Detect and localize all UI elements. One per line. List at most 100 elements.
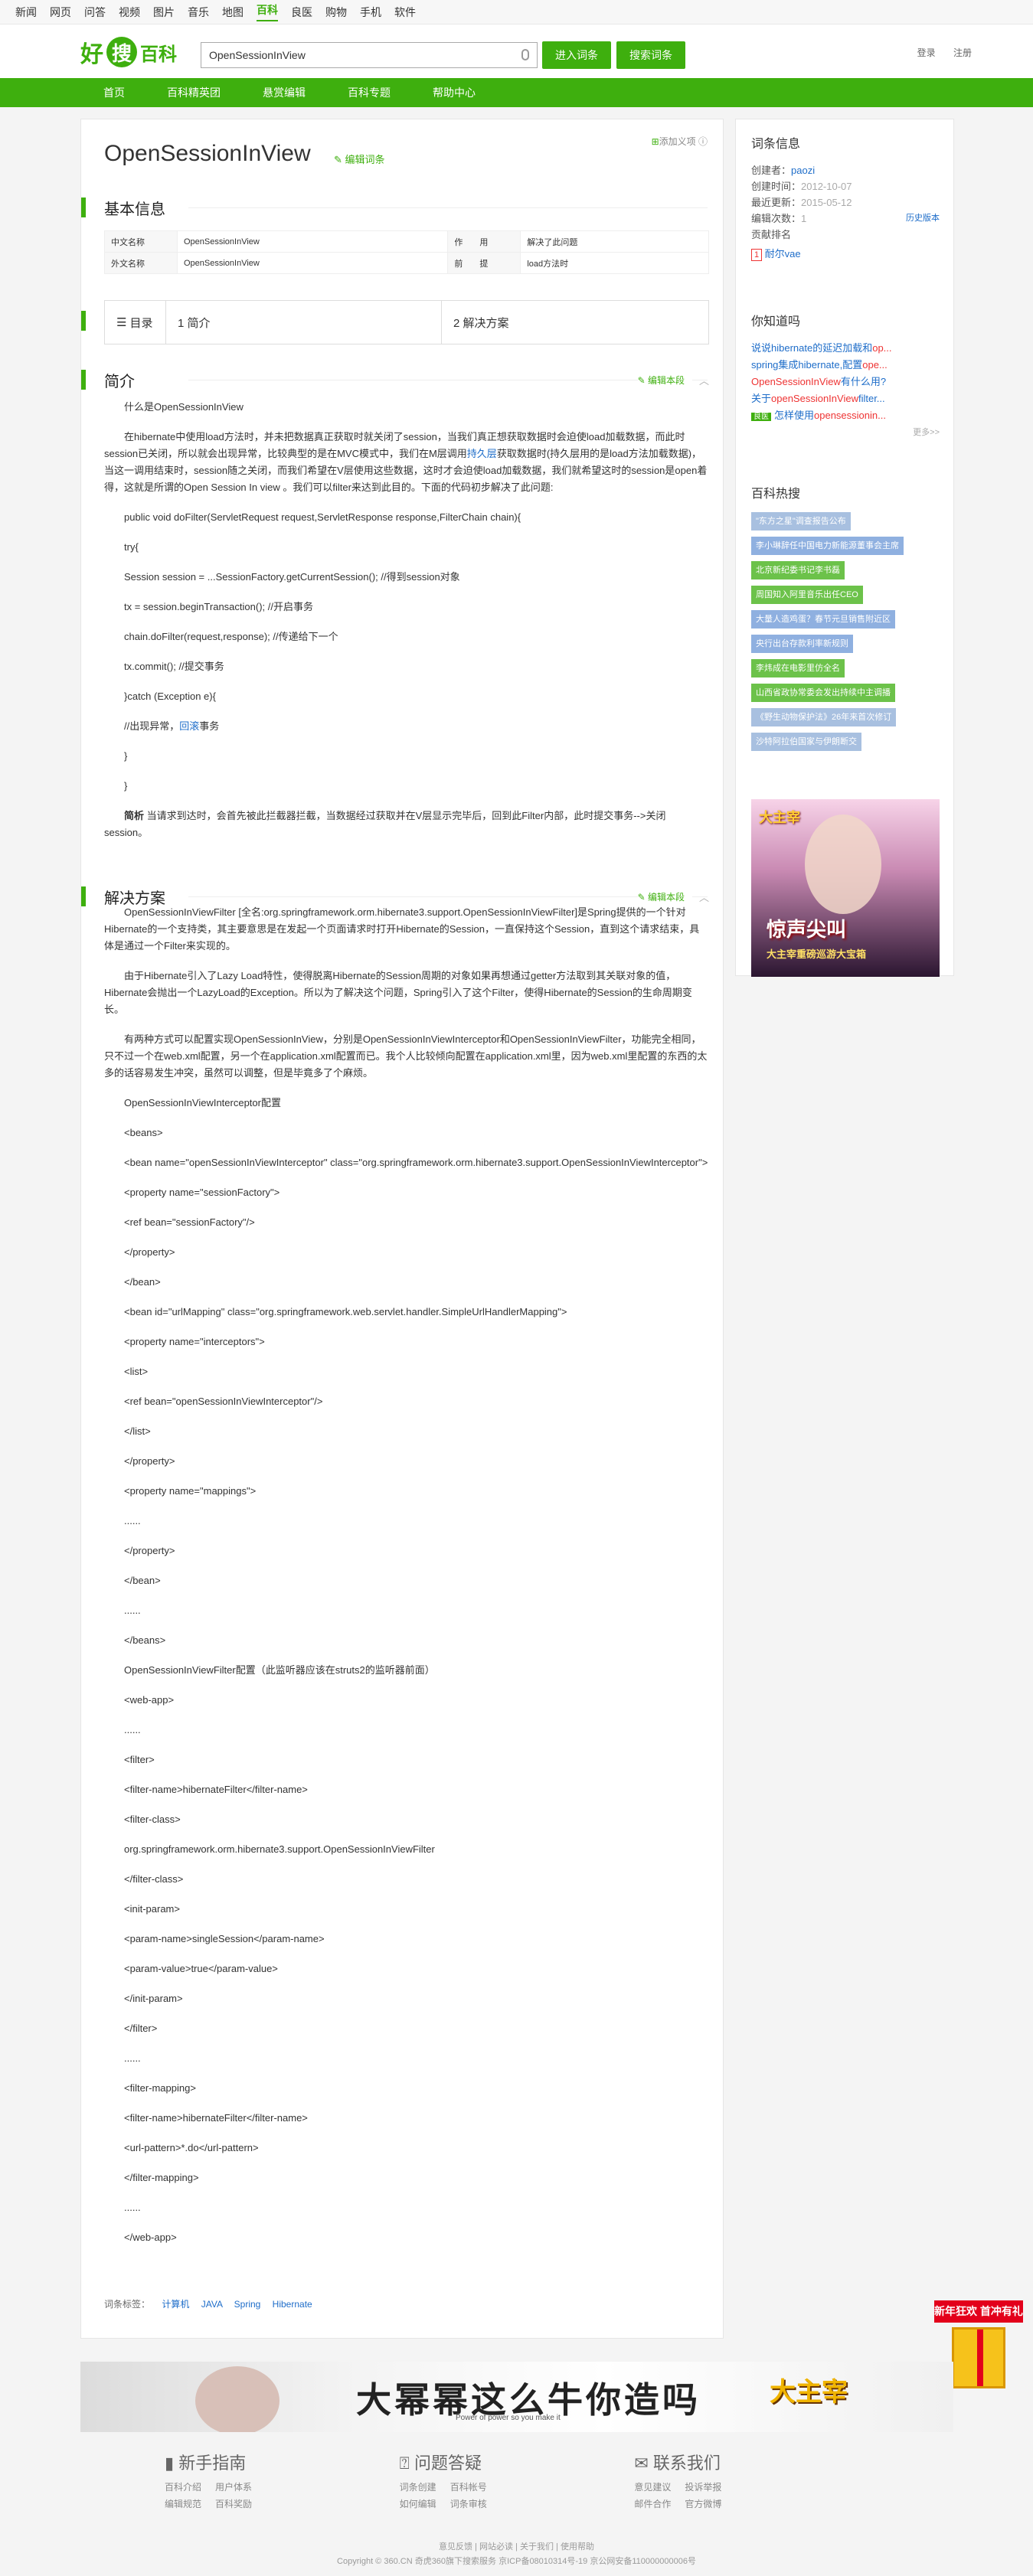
microphone-icon[interactable] (521, 49, 529, 60)
code-line: OpenSessionInViewInterceptor配置 (124, 1097, 281, 1108)
top-nav-item[interactable]: 软件 (394, 5, 416, 20)
main-nav-item[interactable]: 悬赏编辑 (263, 85, 306, 100)
hot-search-tag[interactable]: 《野生动物保护法》26年来首次修订 (751, 708, 897, 726)
footer-link[interactable]: 词条审核 (450, 2499, 487, 2509)
know-item[interactable]: 说说hibernate的延迟加载和op... (751, 340, 940, 357)
footer-link[interactable]: 百科帐号 (450, 2482, 487, 2493)
edit-section-label: 编辑本段 (647, 891, 685, 903)
edit-entry-link[interactable]: ✎ 编辑词条 (334, 152, 385, 166)
main-nav-item[interactable]: 首页 (103, 85, 125, 100)
top-nav-item[interactable]: 地图 (222, 5, 244, 20)
hot-search-tag[interactable]: 大量人造鸡蛋？春节元旦销售附近区 (751, 610, 895, 628)
main-nav-item[interactable]: 百科精英团 (167, 85, 221, 100)
hot-search-tag[interactable]: 沙特阿拉伯国家与伊朗断交 (751, 733, 861, 751)
know-item[interactable]: spring集成hibernate,配置ope... (751, 357, 940, 374)
tag-link[interactable]: Spring (234, 2299, 261, 2310)
code-line: <list> (124, 1366, 149, 1377)
enter-entry-button[interactable]: 进入词条 (542, 41, 611, 69)
know-list: 说说hibernate的延迟加载和op... spring集成hibernate… (751, 340, 940, 426)
collapse-icon[interactable]: ︿ (699, 373, 709, 387)
know-item[interactable]: OpenSessionInView有什么用? (751, 374, 940, 390)
top-nav-item[interactable]: 音乐 (188, 5, 209, 20)
collapse-icon[interactable]: ︿ (699, 890, 709, 904)
banner-ad[interactable]: 大幂幂这么牛你造吗 Power of power so you make it … (80, 2362, 953, 2432)
creator-link[interactable]: paozi (791, 165, 815, 176)
main-nav-item[interactable]: 百科专题 (348, 85, 391, 100)
tag-link[interactable]: Hibernate (273, 2299, 312, 2310)
footer-link[interactable]: 如何编辑 (400, 2499, 436, 2509)
code-line: public void doFilter(ServletRequest requ… (124, 511, 521, 523)
info-row: 编辑次数：1 历史版本 (751, 211, 940, 227)
divider (188, 207, 708, 208)
pencil-icon: ✎ (334, 154, 345, 165)
top-nav-item[interactable]: 问答 (84, 5, 106, 20)
know-text: 说说hibernate的延迟加载和 (751, 342, 873, 354)
tag-link[interactable]: JAVA (201, 2299, 223, 2310)
logo[interactable]: 好 搜 百科 (80, 35, 177, 69)
code-line: ...... (124, 1515, 141, 1526)
paragraph: 有两种方式可以配置实现OpenSessionInView，分别是OpenSess… (104, 1033, 708, 1079)
top-nav-item[interactable]: 网页 (50, 5, 71, 20)
footer-link[interactable]: 投诉举报 (685, 2482, 721, 2493)
know-item[interactable]: 良医 怎样使用opensessionin... (751, 407, 940, 426)
footer-col-faq: ⍰ 问题答疑 词条创建 百科帐号 如何编辑 词条审核 (400, 2450, 635, 2519)
paragraph: 由于Hibernate引入了Lazy Load特性，使得脱离Hibernate的… (104, 970, 692, 1015)
divider (188, 896, 708, 897)
register-link[interactable]: 注册 (953, 47, 972, 58)
footer-link[interactable]: 编辑规范 (165, 2499, 201, 2509)
hot-search-tag[interactable]: 李小琳辞任中国电力新能源董事会主席 (751, 537, 904, 555)
top-nav-item[interactable]: 视频 (119, 5, 140, 20)
help-icon: ⓘ (698, 136, 708, 147)
section-bar (81, 886, 86, 906)
hot-search-tag[interactable]: 央行出台存款利率新规则 (751, 635, 853, 653)
top-nav-item[interactable]: 新闻 (15, 5, 37, 20)
top-nav-item[interactable]: 良医 (291, 5, 312, 20)
persist-link[interactable]: 持久层 (467, 448, 497, 459)
footer-title-text: 联系我们 (652, 2454, 721, 2473)
know-item[interactable]: 关于openSessionInViewfilter... (751, 390, 940, 407)
top-nav-item[interactable]: 百科 (257, 2, 278, 21)
hot-search-tag[interactable]: "东方之星"调查报告公布 (751, 512, 851, 531)
hot-search-tag[interactable]: 北京新纪委书记李书磊 (751, 561, 845, 580)
add-sense-link[interactable]: ⊞添加义项 ⓘ (652, 135, 708, 148)
more-link[interactable]: 更多>> (751, 426, 940, 438)
footer-link[interactable]: 意见建议 (634, 2482, 671, 2493)
game-ad[interactable]: 大主宰 惊声尖叫 大主宰重磅巡游大宝箱 (751, 799, 940, 977)
login-link[interactable]: 登录 (917, 47, 936, 58)
rollback-link[interactable]: 回滚 (179, 720, 199, 732)
edit-section-link[interactable]: ✎ 编辑本段 (637, 373, 692, 387)
tag-link[interactable]: 计算机 (162, 2299, 189, 2310)
search-entry-button[interactable]: 搜索词条 (616, 41, 685, 69)
code-line: <url-pattern>*.do</url-pattern> (124, 2142, 259, 2153)
top-nav-item[interactable]: 图片 (153, 5, 175, 20)
edit-section-link[interactable]: ✎ 编辑本段 (637, 890, 692, 903)
paragraph: 简析 当请求到达时，会首先被此拦截器拦截，当数据经过获取并在V层显示完毕后，回到… (104, 808, 709, 841)
hot-search-tag[interactable]: 李炜成在电影里仿全名 (751, 659, 845, 677)
toc-item-solution[interactable]: 2 解决方案 (442, 301, 708, 344)
header: 好 搜 百科 OpenSessionInView 进入词条 搜索词条 登录 注册 (0, 24, 1033, 78)
top-nav-item[interactable]: 手机 (360, 5, 381, 20)
footer-link[interactable]: 邮件合作 (634, 2499, 671, 2509)
footer-col-title: ⍰ 问题答疑 (400, 2450, 635, 2474)
top-nav-item[interactable]: 购物 (325, 5, 347, 20)
contributor-link[interactable]: 耐尔vae (765, 248, 801, 260)
footer-links-line[interactable]: 意见反馈 | 网站必读 | 关于我们 | 使用帮助 (0, 2540, 1033, 2552)
entry-content: OpenSessionInView ✎ 编辑词条 ⊞添加义项 ⓘ 基本信息 中文… (80, 119, 724, 2339)
hot-search-tag[interactable]: 山西省政协常委会发出持续中主调播 (751, 684, 895, 702)
toc-item-intro[interactable]: 1 简介 (166, 301, 442, 344)
footer-link[interactable]: 词条创建 (400, 2482, 436, 2493)
know-highlight: opensessionin... (814, 410, 886, 421)
main-nav-item[interactable]: 帮助中心 (433, 85, 476, 100)
history-link[interactable]: 历史版本 (906, 211, 940, 227)
search-input[interactable]: OpenSessionInView (201, 42, 538, 68)
footer-link[interactable]: 百科奖励 (215, 2499, 252, 2509)
footer-link[interactable]: 百科介绍 (165, 2482, 201, 2493)
code-line: <property name="mappings"> (124, 1485, 257, 1497)
code-line: </filter-class> (124, 1873, 184, 1885)
intro-body: 什么是OpenSessionInView 在hibernate中使用load方法… (104, 399, 709, 854)
footer-link[interactable]: 官方微博 (685, 2499, 721, 2509)
banner-logo: 大主宰 (770, 2378, 848, 2407)
info-label: 最近更新： (751, 197, 802, 208)
footer-link[interactable]: 用户体系 (215, 2482, 252, 2493)
hot-search-tag[interactable]: 周国知入阿里音乐出任CEO (751, 586, 863, 604)
